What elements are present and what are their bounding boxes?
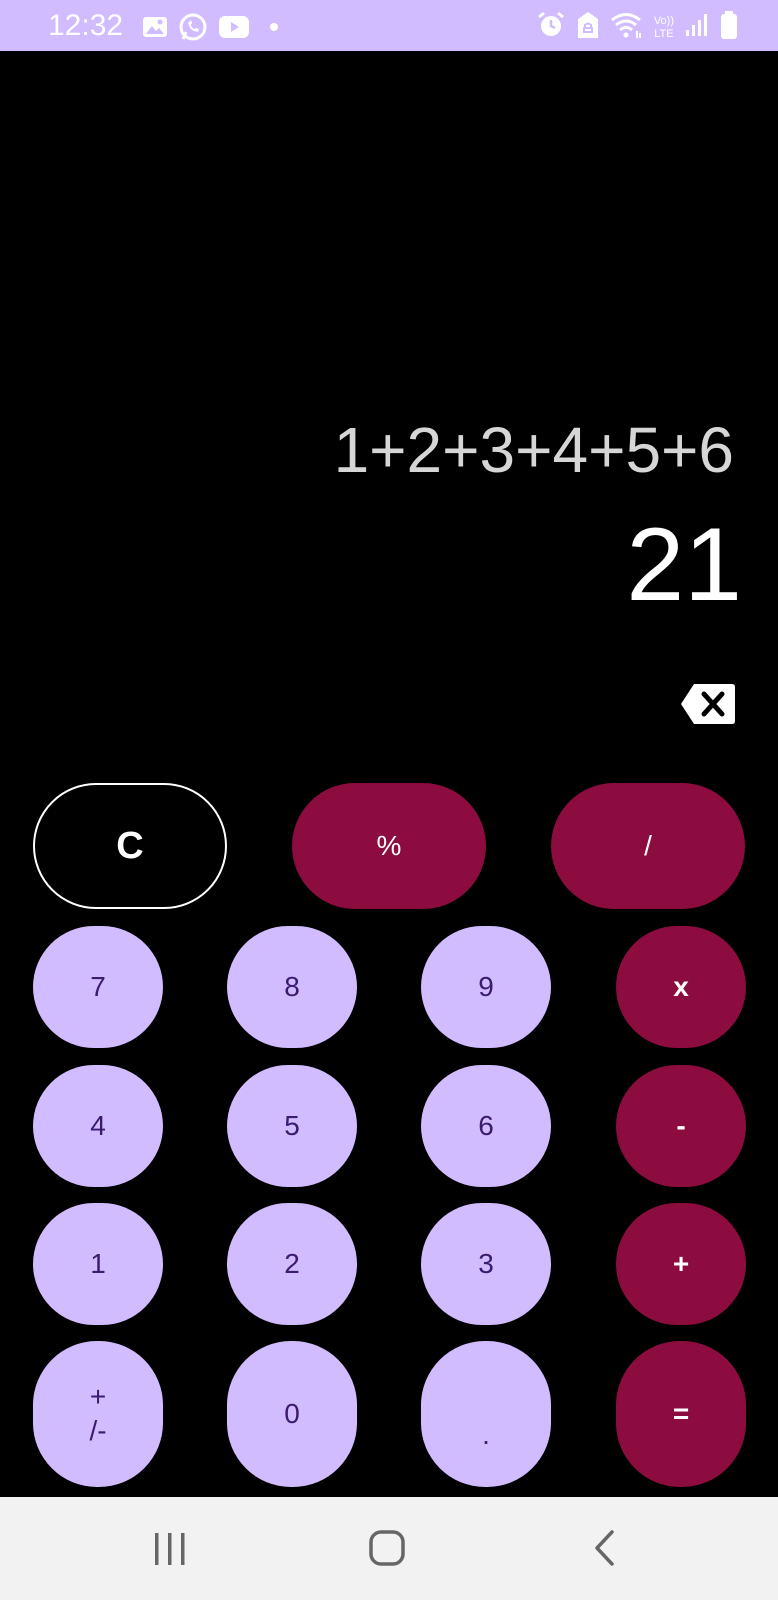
digit-1-button[interactable]: 1 — [33, 1203, 163, 1325]
minus-button[interactable]: - — [616, 1065, 746, 1187]
vpn-icon — [576, 10, 600, 45]
sign-toggle-button[interactable]: + /- — [33, 1341, 163, 1487]
back-icon — [595, 1530, 614, 1566]
percent-button[interactable]: % — [292, 783, 486, 909]
back-button[interactable] — [580, 1527, 630, 1571]
gallery-icon — [142, 15, 168, 44]
multiply-button[interactable]: x — [616, 926, 746, 1048]
home-button[interactable] — [362, 1527, 412, 1571]
backspace-button[interactable] — [680, 683, 736, 725]
equals-button[interactable]: = — [616, 1341, 746, 1487]
digit-7-button[interactable]: 7 — [33, 926, 163, 1048]
alarm-icon — [536, 10, 566, 45]
plus-button[interactable]: + — [616, 1203, 746, 1325]
home-icon — [369, 1530, 405, 1566]
digit-8-button[interactable]: 8 — [227, 926, 357, 1048]
divide-button[interactable]: / — [551, 783, 745, 909]
sign-toggle-bottom: /- — [89, 1415, 107, 1446]
wifi-icon — [610, 11, 644, 44]
status-icons-right: Vo)) LTE — [536, 10, 738, 45]
battery-icon — [720, 10, 738, 45]
dot-icon — [260, 17, 280, 42]
whatsapp-icon — [178, 12, 208, 47]
sign-toggle-top: + — [89, 1381, 107, 1412]
recent-apps-button[interactable] — [145, 1527, 195, 1571]
digit-2-button[interactable]: 2 — [227, 1203, 357, 1325]
digit-9-button[interactable]: 9 — [421, 926, 551, 1048]
status-time: 12:32 — [48, 9, 124, 42]
result-display: 21 — [626, 507, 742, 623]
digit-6-button[interactable]: 6 — [421, 1065, 551, 1187]
volte-label-bottom: LTE — [654, 27, 674, 40]
expression-display: 1+2+3+4+5+6 — [333, 414, 734, 486]
clear-button[interactable]: C — [33, 783, 227, 909]
volte-label-top: Vo)) — [653, 14, 674, 27]
youtube-icon — [218, 15, 250, 44]
navigation-bar — [0, 1497, 778, 1600]
backspace-icon — [681, 684, 735, 724]
decimal-button[interactable]: . — [421, 1341, 551, 1487]
status-bar: 12:32 Vo)) LTE — [0, 0, 778, 51]
digit-4-button[interactable]: 4 — [33, 1065, 163, 1187]
volte-icon: Vo)) LTE — [654, 15, 674, 41]
digit-3-button[interactable]: 3 — [421, 1203, 551, 1325]
digit-0-button[interactable]: 0 — [227, 1341, 357, 1487]
status-icons-left — [142, 12, 280, 47]
signal-icon — [684, 12, 710, 43]
digit-5-button[interactable]: 5 — [227, 1065, 357, 1187]
recent-apps-icon — [155, 1533, 185, 1565]
